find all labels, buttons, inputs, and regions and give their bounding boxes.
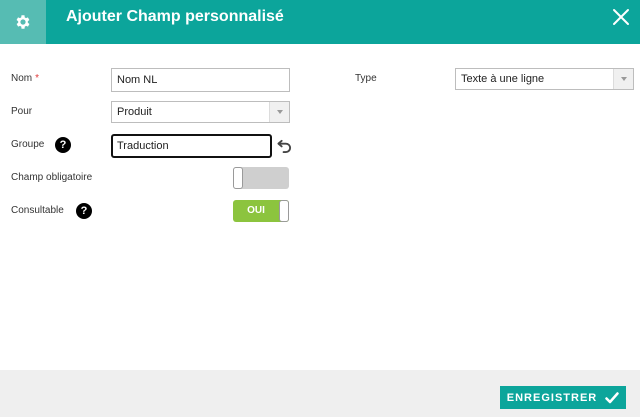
save-button-label: ENREGISTRER (506, 391, 598, 404)
save-button[interactable]: ENREGISTRER (500, 386, 626, 409)
toggle-knob[interactable] (233, 167, 243, 189)
type-select-value: Texte à une ligne (461, 73, 545, 85)
gear-icon (16, 15, 30, 29)
pour-select[interactable]: Produit (111, 101, 290, 123)
consultable-label: Consultable (11, 205, 64, 216)
help-icon[interactable]: ? (76, 203, 92, 219)
toggle-on-label: OUI (247, 205, 265, 216)
type-label: Type (355, 73, 377, 84)
dialog-footer: ENREGISTRER (0, 370, 640, 417)
help-icon[interactable]: ? (55, 137, 71, 153)
champ-obligatoire-toggle[interactable] (233, 167, 289, 189)
close-icon[interactable] (610, 6, 632, 28)
groupe-input[interactable]: Traduction (111, 134, 272, 158)
groupe-label: Groupe (11, 139, 45, 150)
checkmark-icon (605, 391, 619, 403)
dialog-title: Ajouter Champ personnalisé (66, 8, 284, 25)
required-marker: * (35, 73, 40, 84)
pour-select-arrow[interactable] (269, 102, 289, 122)
chevron-down-icon (620, 77, 627, 81)
dialog-header: Ajouter Champ personnalisé (0, 0, 640, 44)
pour-label: Pour (11, 106, 33, 117)
nom-label: Nom * (11, 73, 40, 84)
type-select[interactable]: Texte à une ligne (455, 68, 634, 90)
champ-obligatoire-label: Champ obligatoire (11, 172, 93, 183)
pour-select-value: Produit (117, 106, 152, 118)
consultable-toggle[interactable]: OUI (233, 200, 289, 222)
toggle-knob[interactable] (279, 200, 289, 222)
nom-input[interactable]: Nom NL (111, 68, 290, 92)
header-icon-box (0, 0, 46, 44)
chevron-down-icon (276, 110, 283, 114)
undo-icon[interactable] (277, 138, 292, 153)
type-select-arrow[interactable] (613, 69, 633, 89)
